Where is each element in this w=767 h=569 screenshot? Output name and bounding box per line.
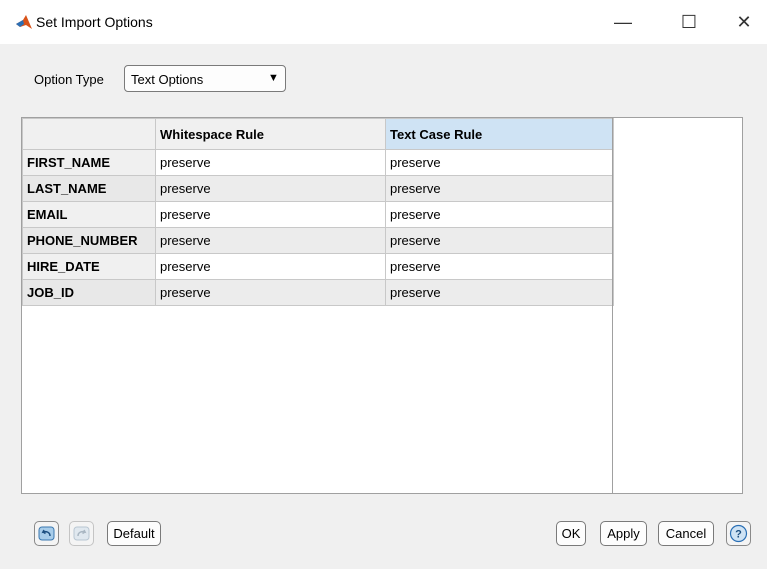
undo-button[interactable] [34,521,59,546]
table-row: LAST_NAME preserve preserve [22,175,614,202]
options-table: Whitespace Rule Text Case Rule FIRST_NAM… [22,118,614,306]
column-header-whitespace-rule[interactable]: Whitespace Rule [155,118,386,150]
whitespace-rule-cell[interactable]: preserve [155,149,386,176]
whitespace-rule-cell[interactable]: preserve [155,175,386,202]
apply-button[interactable]: Apply [600,521,647,546]
row-header: EMAIL [22,201,156,228]
option-type-value: Text Options [131,72,204,87]
ok-button-label: OK [561,526,581,541]
default-button[interactable]: Default [107,521,161,546]
text-case-rule-cell[interactable]: preserve [385,253,614,280]
text-case-rule-cell[interactable]: preserve [385,201,614,228]
close-icon: ✕ [736,11,752,32]
text-case-rule-cell[interactable]: preserve [385,279,614,306]
minimize-button[interactable]: — [600,0,646,44]
row-header-corner [22,118,156,150]
dropdown-arrow-icon: ▼ [268,72,279,84]
column-header-text-case-rule[interactable]: Text Case Rule [385,118,614,150]
window-title: Set Import Options [36,14,153,30]
redo-icon [73,526,90,541]
text-case-rule-cell[interactable]: preserve [385,149,614,176]
whitespace-rule-cell[interactable]: preserve [155,253,386,280]
option-type-dropdown[interactable]: Text Options ▼ [124,65,286,92]
table-row: HIRE_DATE preserve preserve [22,253,614,280]
ok-button[interactable]: OK [556,521,586,546]
help-icon: ? [729,524,748,543]
row-header: HIRE_DATE [22,253,156,280]
table-row: PHONE_NUMBER preserve preserve [22,227,614,254]
set-import-options-dialog: Set Import Options — ☐ ✕ Option Type Tex… [0,0,767,569]
default-button-label: Default [113,526,155,541]
matlab-logo-icon [16,15,32,29]
apply-button-label: Apply [607,526,640,541]
close-button[interactable]: ✕ [721,0,767,44]
table-row: JOB_ID preserve preserve [22,279,614,306]
help-button[interactable]: ? [726,521,751,546]
row-header: PHONE_NUMBER [22,227,156,254]
maximize-icon: ☐ [680,11,698,32]
option-type-label: Option Type [34,72,104,87]
text-case-rule-cell[interactable]: preserve [385,227,614,254]
options-table-frame: Whitespace Rule Text Case Rule FIRST_NAM… [21,117,743,494]
title-bar: Set Import Options — ☐ ✕ [0,0,767,44]
row-header: LAST_NAME [22,175,156,202]
row-header: FIRST_NAME [22,149,156,176]
table-row: FIRST_NAME preserve preserve [22,149,614,176]
side-panel-divider [612,118,613,493]
help-icon-glyph: ? [735,529,742,541]
row-header: JOB_ID [22,279,156,306]
minimize-icon: — [614,11,632,32]
redo-button[interactable] [69,521,94,546]
table-header-row: Whitespace Rule Text Case Rule [22,118,614,150]
whitespace-rule-cell[interactable]: preserve [155,227,386,254]
undo-icon [38,526,55,541]
maximize-button[interactable]: ☐ [666,0,712,44]
table-row: EMAIL preserve preserve [22,201,614,228]
whitespace-rule-cell[interactable]: preserve [155,201,386,228]
cancel-button[interactable]: Cancel [658,521,714,546]
whitespace-rule-cell[interactable]: preserve [155,279,386,306]
cancel-button-label: Cancel [665,526,707,541]
text-case-rule-cell[interactable]: preserve [385,175,614,202]
